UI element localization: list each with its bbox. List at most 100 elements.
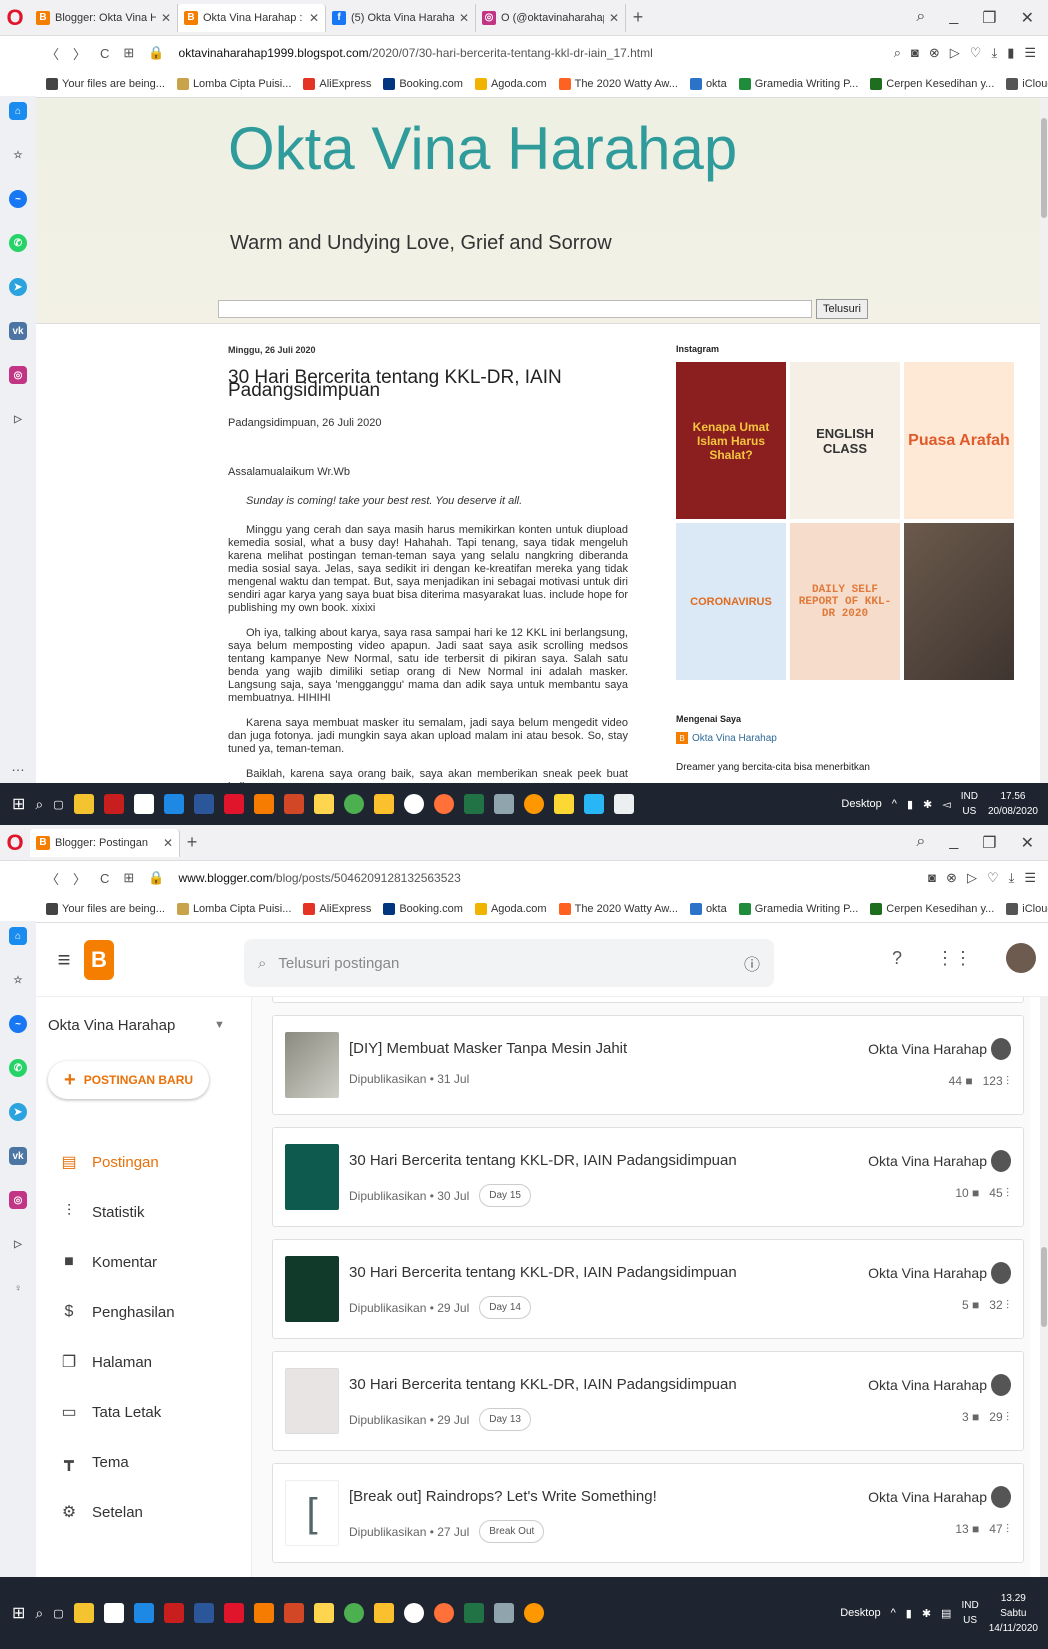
network-icon[interactable]: ▮ bbox=[906, 1607, 912, 1620]
hamburger-menu-icon[interactable]: ≡ bbox=[44, 947, 84, 973]
download-icon[interactable]: ⤓ bbox=[991, 45, 997, 61]
app-icon[interactable] bbox=[493, 1603, 514, 1623]
app-icon[interactable] bbox=[523, 1603, 544, 1623]
bookmark-item[interactable]: Booking.com bbox=[383, 77, 463, 90]
post-title[interactable]: [Break out] Raindrops? Let's Write Somet… bbox=[349, 1488, 657, 1505]
firefox-icon[interactable] bbox=[433, 794, 454, 814]
tab-instagram[interactable]: ◎ O (@oktavinaharahap) • Foto ✕ bbox=[476, 3, 626, 32]
app-icon[interactable] bbox=[313, 794, 334, 814]
app-icon[interactable] bbox=[553, 794, 574, 814]
search-icon[interactable]: ⌕ bbox=[35, 796, 43, 813]
post-label-chip[interactable]: Day 15 bbox=[479, 1184, 531, 1207]
bookmark-item[interactable]: Gramedia Writing P... bbox=[738, 77, 858, 90]
camera-icon[interactable]: ◙ bbox=[928, 870, 936, 886]
new-post-button[interactable]: + POSTINGAN BARU bbox=[48, 1061, 210, 1099]
instagram-icon[interactable]: ◎ bbox=[9, 366, 27, 384]
telegram-icon[interactable]: ➤ bbox=[9, 1103, 27, 1121]
bookmark-item[interactable]: iCloud bbox=[1006, 902, 1048, 915]
avatar[interactable] bbox=[1006, 943, 1036, 973]
opera-icon[interactable] bbox=[223, 1603, 244, 1623]
player-icon[interactable]: ▷ bbox=[9, 410, 27, 428]
opera-icon[interactable] bbox=[223, 794, 244, 814]
bookmark-item[interactable]: Lomba Cipta Puisi... bbox=[176, 902, 291, 915]
windows-start-icon[interactable]: ⊞ bbox=[12, 794, 25, 814]
post-row[interactable]: 30 Hari Bercerita tentang KKL-DR, IAIN P… bbox=[272, 1351, 1024, 1451]
bookmark-item[interactable]: okta bbox=[689, 902, 727, 915]
language-indicator[interactable]: IND US bbox=[961, 1598, 978, 1628]
instagram-image[interactable]: Puasa Arafah bbox=[904, 362, 1014, 519]
post-label-chip[interactable]: Day 13 bbox=[479, 1408, 531, 1431]
blog-search-input[interactable] bbox=[218, 300, 812, 318]
tab-facebook[interactable]: f (5) Okta Vina Harahap | Facebook ✕ bbox=[326, 3, 476, 32]
excel-icon[interactable] bbox=[463, 794, 484, 814]
tabs-grid-icon[interactable]: ⊞ bbox=[123, 870, 134, 886]
post-row[interactable]: [ [Break out] Raindrops? Let's Write Som… bbox=[272, 1463, 1024, 1563]
search-icon[interactable]: ⌕ bbox=[35, 1605, 43, 1622]
record-icon[interactable] bbox=[403, 1603, 424, 1623]
reload-icon[interactable]: C bbox=[100, 871, 109, 886]
chrome-icon[interactable] bbox=[343, 794, 364, 814]
desktop-label[interactable]: Desktop bbox=[841, 798, 881, 810]
messenger-icon[interactable]: ~ bbox=[9, 1015, 27, 1033]
bookmark-item[interactable]: Cerpen Kesedihan y... bbox=[870, 902, 994, 915]
adblock-icon[interactable]: ⊗ bbox=[946, 870, 957, 886]
star-icon[interactable]: ☆ bbox=[9, 146, 27, 164]
close-window-icon[interactable]: ✕ bbox=[1021, 8, 1034, 28]
tray-chevron-icon[interactable]: ^ bbox=[891, 1607, 896, 1619]
new-tab-button[interactable]: + bbox=[180, 832, 204, 853]
tab-blogger-posts[interactable]: B Blogger: Postingan ✕ bbox=[30, 828, 180, 857]
url-field[interactable]: www.blogger.com/blog/posts/5046209128132… bbox=[179, 871, 461, 885]
word-icon[interactable] bbox=[193, 1603, 214, 1623]
camera-icon[interactable]: ◙ bbox=[911, 45, 919, 61]
new-tab-button[interactable]: + bbox=[626, 7, 650, 28]
clock[interactable]: 13.29 Sabtu 14/11/2020 bbox=[989, 1591, 1038, 1636]
language-indicator[interactable]: IND US bbox=[961, 789, 978, 819]
blog-selector[interactable]: Okta Vina Harahap bbox=[48, 1017, 175, 1034]
back-icon[interactable]: 〈 bbox=[46, 44, 59, 63]
forward-icon[interactable]: 〉 bbox=[73, 869, 86, 888]
more-icon[interactable]: … bbox=[11, 758, 25, 774]
help-icon[interactable]: ? bbox=[892, 948, 902, 969]
nav-item-tema[interactable]: ┳ Tema bbox=[36, 1437, 252, 1487]
menu-icon[interactable]: ☰ bbox=[1024, 870, 1036, 886]
vk-icon[interactable]: vk bbox=[9, 1147, 27, 1165]
bookmark-item[interactable]: The 2020 Watty Aw... bbox=[558, 902, 678, 915]
opera-logo-icon[interactable]: O bbox=[0, 0, 30, 36]
apps-grid-icon[interactable]: ⋮⋮ bbox=[936, 948, 972, 969]
desktop-label[interactable]: Desktop bbox=[840, 1607, 880, 1619]
find-icon[interactable]: ⌕ bbox=[894, 45, 901, 61]
record-icon[interactable] bbox=[403, 794, 424, 814]
search-button[interactable]: Telusuri bbox=[816, 299, 868, 319]
blog-title[interactable]: Okta Vina Harahap bbox=[228, 114, 737, 183]
bookmark-item[interactable]: The 2020 Watty Aw... bbox=[558, 77, 678, 90]
word-icon[interactable] bbox=[193, 794, 214, 814]
bookmark-item[interactable]: Your files are being... bbox=[46, 902, 165, 915]
author-link[interactable]: B Okta Vina Harahap bbox=[676, 732, 1016, 744]
nav-item-penghasilan[interactable]: $ Penghasilan bbox=[36, 1287, 252, 1337]
instagram-image[interactable]: Kenapa Umat Islam Harus Shalat? bbox=[676, 362, 786, 519]
tab-blog-post[interactable]: B Okta Vina Harahap : 30 Hari ✕ bbox=[178, 3, 326, 32]
star-icon[interactable]: ☆ bbox=[9, 971, 27, 989]
instagram-icon[interactable]: ◎ bbox=[9, 1191, 27, 1209]
scrollbar-thumb[interactable] bbox=[1041, 118, 1047, 218]
bookmark-item[interactable]: Your files are being... bbox=[46, 77, 165, 90]
bookmark-item[interactable]: AliExpress bbox=[303, 77, 371, 90]
bookmark-item[interactable]: Cerpen Kesedihan y... bbox=[870, 77, 994, 90]
nav-item-komentar[interactable]: ■ Komentar bbox=[36, 1237, 252, 1287]
nav-item-tata-letak[interactable]: ▭ Tata Letak bbox=[36, 1387, 252, 1437]
file-explorer-icon[interactable] bbox=[73, 1603, 94, 1623]
scrollbar-thumb[interactable] bbox=[1041, 1247, 1047, 1327]
minimize-icon[interactable]: _ bbox=[949, 833, 958, 853]
app-icon[interactable] bbox=[523, 794, 544, 814]
nav-item-setelan[interactable]: ⚙ Setelan bbox=[36, 1487, 252, 1537]
minimize-icon[interactable]: _ bbox=[949, 8, 958, 28]
post-row[interactable]: 30 Hari Bercerita tentang KKL-DR, IAIN P… bbox=[272, 1239, 1024, 1339]
instagram-photo[interactable] bbox=[904, 523, 1014, 680]
firefox-icon[interactable] bbox=[433, 1603, 454, 1623]
send-icon[interactable]: ▷ bbox=[967, 870, 977, 886]
post-label-chip[interactable]: Break Out bbox=[479, 1520, 545, 1543]
back-icon[interactable]: 〈 bbox=[46, 869, 59, 888]
post-row[interactable]: 30 Hari Bercerita tentang KKL-DR, IAIN P… bbox=[272, 1127, 1024, 1227]
bookmark-item[interactable]: Lomba Cipta Puisi... bbox=[176, 77, 291, 90]
info-icon[interactable]: ⓘ bbox=[744, 951, 760, 975]
